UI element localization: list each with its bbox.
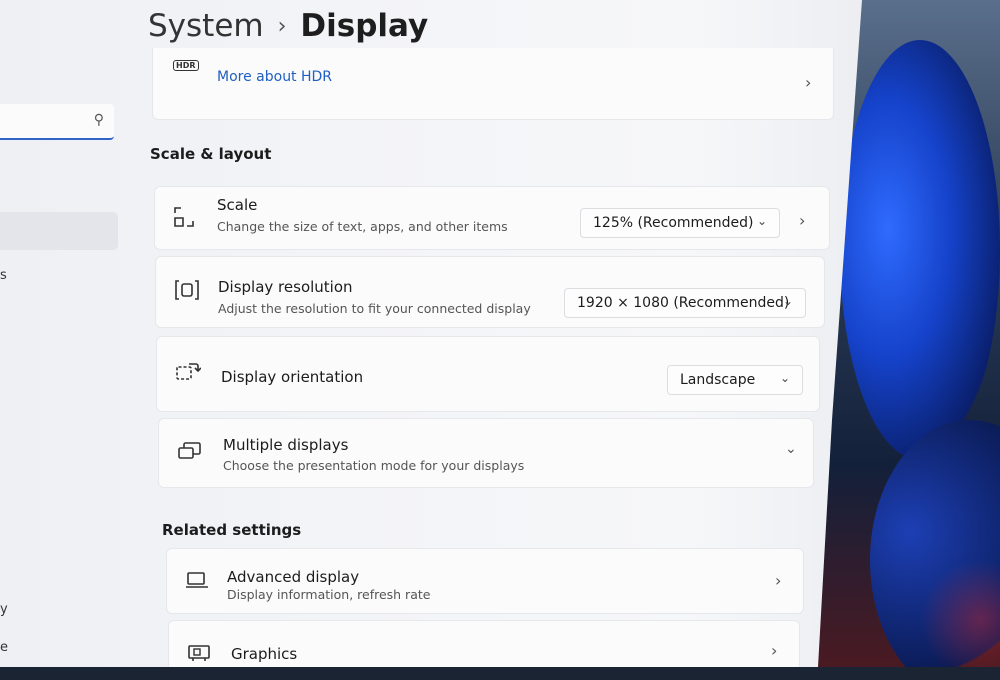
hdr-icon: HDR: [173, 60, 199, 71]
advanced-display-title: Advanced display: [227, 568, 360, 586]
sidebar-item-selected[interactable]: [0, 212, 118, 250]
chevron-right-icon: ›: [775, 571, 782, 590]
multiple-displays-title: Multiple displays: [223, 436, 349, 454]
resolution-title: Display resolution: [218, 278, 353, 296]
chevron-right-icon: ›: [805, 73, 812, 92]
search-icon: ⚲: [93, 112, 104, 128]
multiple-displays-icon: [177, 441, 203, 466]
search-input[interactable]: ⚲: [0, 104, 114, 140]
wallpaper-glow: [920, 560, 1000, 667]
sidebar-item-fragment[interactable]: y: [0, 602, 8, 617]
chevron-right-icon: ›: [771, 641, 778, 660]
breadcrumb-separator: ›: [277, 13, 287, 39]
resolution-description: Adjust the resolution to fit your connec…: [218, 301, 531, 316]
chevron-right-icon[interactable]: ›: [799, 211, 805, 230]
hdr-card[interactable]: HDR More about HDR ›: [152, 48, 834, 120]
scale-icon: [173, 205, 195, 234]
orientation-card[interactable]: Display orientation Landscape ⌄: [156, 336, 820, 412]
scale-description: Change the size of text, apps, and other…: [217, 219, 508, 234]
orientation-icon: [175, 361, 202, 388]
scale-dropdown[interactable]: 125% (Recommended) ⌄: [580, 208, 780, 238]
page-title: Display: [300, 8, 429, 44]
orientation-title: Display orientation: [221, 368, 364, 386]
graphics-title: Graphics: [231, 645, 298, 663]
breadcrumb: System › Display: [148, 8, 428, 44]
monitor-icon: [185, 571, 209, 594]
settings-window: ⚲ s y e System › Display HDR More about …: [0, 0, 862, 667]
orientation-dropdown-value: Landscape: [680, 372, 756, 388]
more-about-hdr-link[interactable]: More about HDR: [217, 69, 332, 85]
multiple-displays-card[interactable]: Multiple displays Choose the presentatio…: [158, 418, 814, 488]
chevron-down-icon: ⌄: [779, 371, 790, 385]
chevron-down-icon[interactable]: ⌄: [785, 441, 797, 457]
scale-dropdown-value: 125% (Recommended): [593, 215, 754, 231]
resolution-icon: [174, 279, 200, 306]
scale-title: Scale: [217, 196, 258, 214]
scale-card[interactable]: Scale Change the size of text, apps, and…: [154, 186, 830, 250]
chevron-down-icon: ⌄: [756, 214, 767, 228]
sidebar: ⚲ s y e: [0, 0, 130, 667]
orientation-dropdown[interactable]: Landscape ⌄: [667, 365, 803, 395]
graphics-card[interactable]: Graphics ›: [168, 620, 800, 667]
wallpaper-bloom: [840, 40, 1000, 460]
advanced-display-card[interactable]: Advanced display Display information, re…: [166, 548, 804, 614]
resolution-dropdown[interactable]: 1920 × 1080 (Recommended) ⌄: [564, 288, 806, 318]
section-related-settings: Related settings: [162, 521, 302, 539]
resolution-dropdown-value: 1920 × 1080 (Recommended): [577, 295, 790, 311]
chevron-down-icon: ⌄: [782, 294, 793, 308]
sidebar-item-fragment[interactable]: s: [0, 268, 7, 283]
breadcrumb-system[interactable]: System: [148, 8, 264, 44]
advanced-display-description: Display information, refresh rate: [227, 587, 431, 602]
multiple-displays-description: Choose the presentation mode for your di…: [223, 458, 525, 473]
sidebar-item-fragment[interactable]: e: [0, 640, 8, 655]
graphics-icon: [187, 643, 213, 667]
resolution-card[interactable]: Display resolution Adjust the resolution…: [155, 256, 825, 328]
section-scale-layout: Scale & layout: [150, 145, 272, 163]
